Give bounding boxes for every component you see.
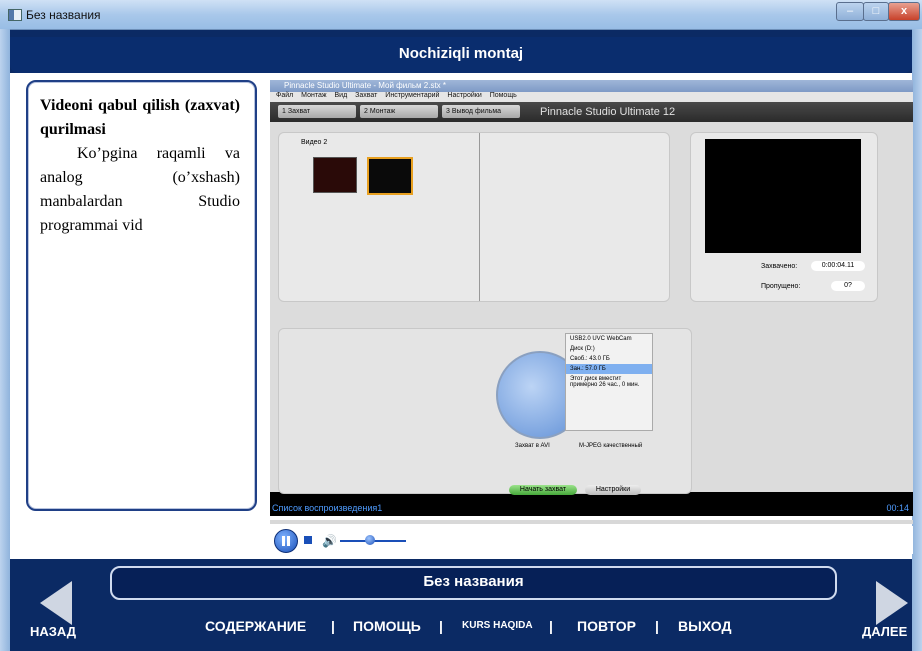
footer-title: Без названия <box>423 573 524 590</box>
video-app-body: Видео 2 Захвачено: 0:00:04.11 Пропущено:… <box>270 122 913 495</box>
video-tab-capture: 1 Захват <box>278 105 356 118</box>
video-menu-item: Настройки <box>447 92 482 99</box>
free-label: Своб.: <box>570 356 588 362</box>
used-value: 57.0 ГБ <box>585 366 606 372</box>
window-titlebar: Без названия – □ x <box>0 0 922 30</box>
text-panel-content: Videoni qabul qilish (zaxvat) qurilmasi … <box>40 94 240 238</box>
clip-thumbnail <box>313 157 357 193</box>
captured-label: Захвачено: <box>761 263 798 270</box>
disk-info: USB2.0 UVC WebCam Диск (D:) Своб.: 43.0 … <box>565 333 653 431</box>
preview-screen <box>705 139 861 253</box>
menu-separator: | <box>549 618 553 634</box>
maximize-button[interactable]: □ <box>863 2 889 21</box>
window-title: Без названия <box>26 8 101 22</box>
video-app-tabs: 1 Захват 2 Монтаж 3 Вывод фильма Pinnacl… <box>270 102 913 122</box>
video-menu-item: Инструментарий <box>385 92 440 99</box>
clip-thumbnail-selected <box>367 157 413 195</box>
video-menu-item: Файл <box>276 92 294 99</box>
album-divider <box>479 133 480 301</box>
dropped-label: Пропущено: <box>761 283 801 290</box>
next-arrow-icon[interactable] <box>876 581 908 625</box>
video-menu-item: Монтаж <box>301 92 327 99</box>
playback-time: 00:14 <box>886 503 909 513</box>
lesson-title: Nochiziqli montaj <box>398 45 524 62</box>
album-label: Видео 2 <box>301 139 328 146</box>
menu-separator: | <box>655 618 659 634</box>
video-album-panel: Видео 2 <box>278 132 670 302</box>
menu-separator: | <box>439 618 443 634</box>
playlist-bar: Список воспроизведения1 00:14 <box>270 502 913 516</box>
device-name: USB2.0 UVC WebCam <box>570 336 632 342</box>
video-menu-item: Захват <box>355 92 378 99</box>
text-title-line2: qurilmasi <box>40 121 106 138</box>
disk-note: Этот диск вместит примерно 26 час., 0 ми… <box>570 376 640 388</box>
capture-quality: M-JPEG качественный <box>579 443 643 449</box>
disk-name: Диск (D:) <box>570 346 595 352</box>
video-app-brand: Pinnacle Studio Ultimate 12 <box>540 106 676 118</box>
seek-bar[interactable] <box>270 520 913 524</box>
free-value: 43.0 ГБ <box>589 356 610 362</box>
back-button[interactable]: НАЗАД <box>30 624 76 639</box>
exit-link[interactable]: ВЫХОД <box>678 618 731 634</box>
volume-icon[interactable]: 🔊 <box>322 534 337 548</box>
capture-settings-button: Настройки <box>585 485 641 495</box>
video-menu-item: Помощь <box>489 92 517 99</box>
contents-link[interactable]: СОДЕРЖАНИЕ <box>205 618 306 634</box>
dropped-value: 0? <box>831 281 865 291</box>
footer-title-bar: Без названия <box>110 566 837 600</box>
video-app-titlebar: Pinnacle Studio Ultimate - Мой фильм 2.s… <box>270 80 913 92</box>
text-title: Videoni qabul qilish (zaxvat) qurilmasi <box>40 94 240 142</box>
about-course-link[interactable]: KURS HAQIDA <box>462 620 533 631</box>
used-label: Зан.: <box>570 366 584 372</box>
video-app-menu: Файл Монтаж Вид Захват Инструментарий На… <box>270 92 913 102</box>
window-frame-left <box>0 29 10 651</box>
video-tab-output: 3 Вывод фильма <box>442 105 520 118</box>
stop-button[interactable] <box>304 536 312 544</box>
playlist-name: Список воспроизведения1 <box>272 503 383 513</box>
captured-value: 0:00:04.11 <box>811 261 865 271</box>
pause-button[interactable] <box>274 529 298 553</box>
repeat-link[interactable]: ПОВТОР <box>577 618 636 634</box>
media-controls: 🔊 <box>270 526 913 554</box>
capture-mode: Захват в AVI <box>515 443 550 449</box>
video-preview-panel: Захвачено: 0:00:04.11 Пропущено: 0? <box>690 132 878 302</box>
app-icon <box>8 9 22 21</box>
video-app-title: Pinnacle Studio Ultimate - Мой фильм 2.s… <box>284 81 446 90</box>
text-panel[interactable]: Videoni qabul qilish (zaxvat) qurilmasi … <box>26 80 257 511</box>
close-button[interactable]: x <box>888 2 920 21</box>
minimize-button[interactable]: – <box>836 2 864 21</box>
help-link[interactable]: ПОМОЩЬ <box>353 618 421 634</box>
volume-slider-knob[interactable] <box>364 535 375 545</box>
video-tab-edit: 2 Монтаж <box>360 105 438 118</box>
video-player[interactable]: Pinnacle Studio Ultimate - Мой фильм 2.s… <box>270 80 913 516</box>
text-body: Ko’pgina raqamli va analog (o’xshash) ma… <box>40 145 240 234</box>
next-button[interactable]: ДАЛЕЕ <box>862 624 907 639</box>
video-menu-item: Вид <box>334 92 348 99</box>
text-title-line1: Videoni qabul qilish (zaxvat) <box>40 97 240 114</box>
lesson-header: Nochiziqli montaj <box>10 37 912 73</box>
back-arrow-icon[interactable] <box>40 581 72 625</box>
start-capture-button: Начать захват <box>509 485 577 495</box>
capture-controls-panel: USB2.0 UVC WebCam Диск (D:) Своб.: 43.0 … <box>278 328 692 495</box>
window-frame-right <box>912 29 922 651</box>
menu-separator: | <box>331 618 335 634</box>
